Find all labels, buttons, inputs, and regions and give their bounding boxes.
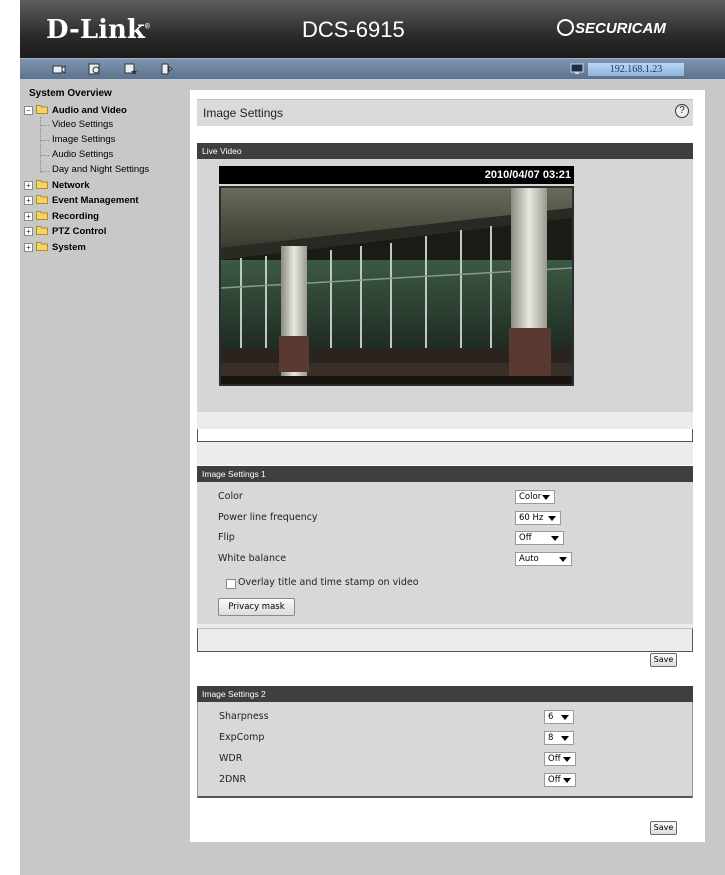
save-button-2[interactable]: Save [650,821,677,835]
folder-icon [36,180,48,190]
folder-open-icon [36,105,48,115]
live-video-panel: 2010/04/07 03:21 [197,159,693,412]
privacy-mask-button[interactable]: Privacy mask [218,598,295,616]
folder-icon [36,226,48,236]
chevron-down-icon [563,778,571,783]
expand-icon[interactable]: + [24,242,33,252]
settings-icon[interactable] [124,63,138,75]
sidebar-item-recording[interactable]: + Recording [24,211,99,225]
page-title: Image Settings [203,106,284,120]
sidebar-item-system[interactable]: + System [24,242,86,256]
toolbar: 192.168.1.23 [20,58,725,79]
live-video-feed[interactable] [219,186,574,386]
flip-label: Flip [218,532,235,543]
image-settings-2-header: Image Settings 2 [197,686,693,702]
expcomp-select[interactable]: 8 [544,731,574,745]
live-video-footer [197,412,693,429]
camera-icon[interactable] [52,63,66,75]
model-name: DCS-6915 [302,17,405,42]
help-icon[interactable]: ? [675,104,689,118]
collapse-icon[interactable]: − [24,105,33,115]
sidebar-item-day-and-night-settings[interactable]: Day and Night Settings [52,164,149,175]
2dnr-label: 2DNR [219,774,247,785]
color-select[interactable]: Color [515,490,555,504]
camera-admin-window: D-Link® DCS-6915 SECURICAM 192.168.1.23 … [20,0,725,875]
securicam-logo: SECURICAM [557,18,666,38]
chevron-down-icon [542,495,550,500]
camera-scene-image [221,188,572,384]
live-view-icon[interactable] [88,63,102,75]
wdr-label: WDR [219,753,243,764]
overlay-checkbox[interactable] [226,579,236,589]
wdr-select[interactable]: Off [544,752,576,766]
chevron-down-icon [551,536,559,541]
chevron-down-icon [561,736,569,741]
overlay-label: Overlay title and time stamp on video [238,577,419,588]
save-button-1[interactable]: Save [650,653,677,667]
image-settings-1-panel: Color Color Power line frequency 60 Hz F… [197,482,693,624]
video-timestamp: 2010/04/07 03:21 [219,166,574,184]
expcomp-label: ExpComp [219,732,265,743]
header-bar: D-Link® DCS-6915 SECURICAM [20,0,725,58]
white-balance-label: White balance [218,553,287,564]
logout-icon[interactable] [161,63,175,75]
2dnr-select[interactable]: Off [544,773,576,787]
white-balance-select[interactable]: Auto [515,552,572,566]
folder-icon [36,195,48,205]
flip-select[interactable]: Off [515,531,564,545]
expand-icon[interactable]: + [24,195,33,205]
power-line-frequency-select[interactable]: 60 Hz [515,511,561,525]
expand-icon[interactable]: + [24,226,33,236]
chevron-down-icon [548,516,556,521]
expand-icon[interactable]: + [24,211,33,221]
spacer-strip [197,442,693,465]
folder-icon [36,242,48,252]
sidebar-item-event-management[interactable]: + Event Management [24,195,139,209]
sidebar-item-video-settings[interactable]: Video Settings [52,119,113,130]
divider [197,429,693,442]
image-settings-1-footer [197,628,693,652]
folder-icon [36,211,48,221]
sidebar-item-network[interactable]: + Network [24,180,89,194]
sidebar-system-overview[interactable]: System Overview [29,88,112,99]
color-label: Color [218,491,243,502]
page-title-bar: Image Settings ? [197,99,693,126]
sharpness-label: Sharpness [219,711,269,722]
chevron-down-icon [559,557,567,562]
sharpness-select[interactable]: 6 [544,710,574,724]
sidebar-item-image-settings[interactable]: Image Settings [52,134,115,145]
sidebar-tree: System Overview − Audio and Video Video S… [20,79,185,875]
sidebar-item-ptz-control[interactable]: + PTZ Control [24,226,106,240]
chevron-down-icon [563,757,571,762]
securicam-ring-icon [557,18,574,36]
image-settings-1-header: Image Settings 1 [197,466,693,482]
expand-icon[interactable]: + [24,180,33,190]
chevron-down-icon [561,715,569,720]
monitor-icon [570,63,584,75]
live-video-header: Live Video [197,143,693,159]
dlink-logo: D-Link® [46,15,151,45]
image-settings-2-panel: Sharpness 6 ExpComp 8 WDR Off 2DNR Off [197,702,693,798]
power-line-frequency-label: Power line frequency [218,512,318,523]
ip-address: 192.168.1.23 [588,63,684,76]
main-content: Image Settings ? Live Video 2010/04/07 0… [190,90,705,842]
sidebar-item-audio-settings[interactable]: Audio Settings [52,149,113,160]
